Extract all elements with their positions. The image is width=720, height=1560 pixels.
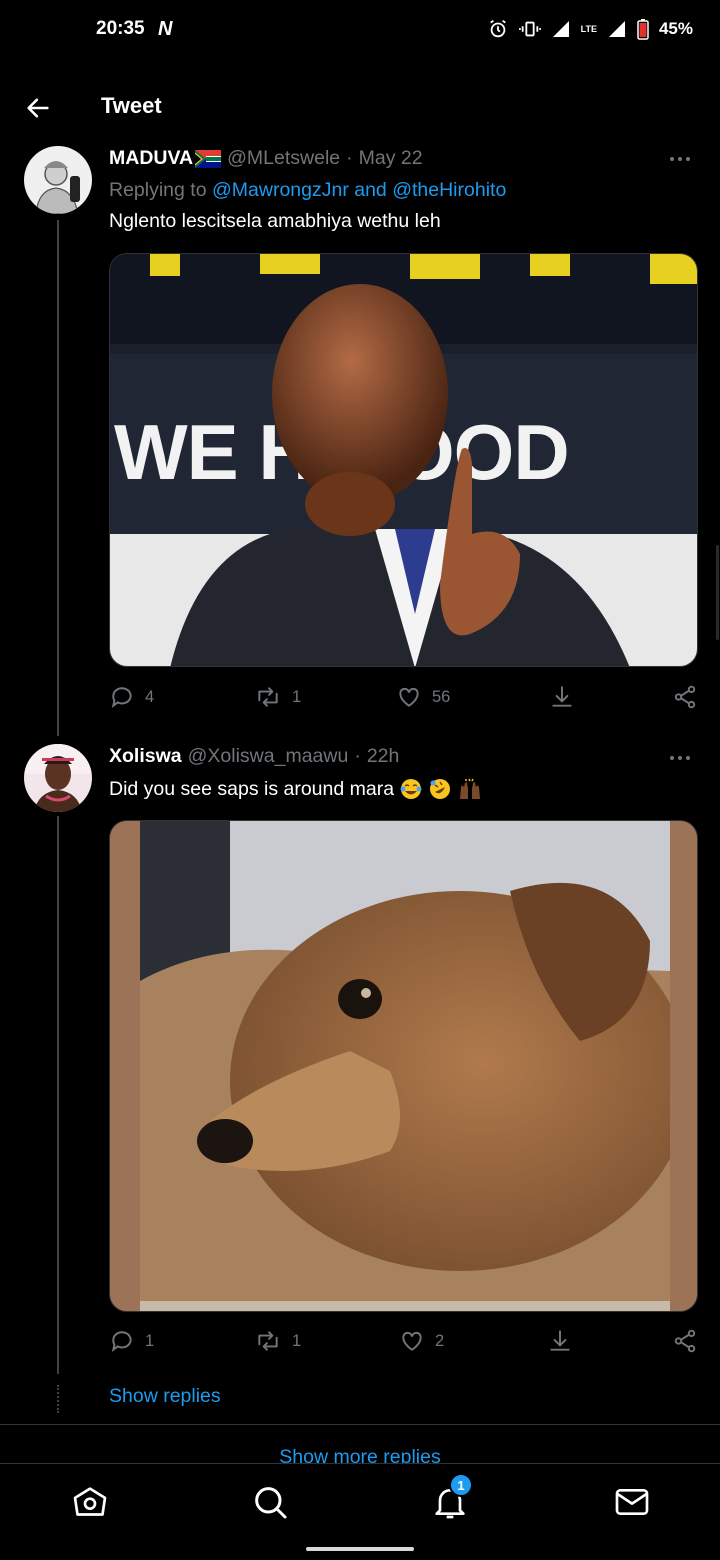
more-options-button[interactable]: [670, 154, 694, 164]
like-count: 2: [435, 1331, 445, 1350]
page-title: Tweet: [101, 93, 162, 118]
share-button[interactable]: [672, 684, 698, 710]
lte-label: LTE: [580, 23, 597, 34]
avatar[interactable]: [24, 146, 92, 214]
search-icon: [255, 1487, 287, 1519]
show-replies-link[interactable]: Show replies: [109, 1385, 221, 1408]
reply-count: 4: [145, 687, 155, 706]
status-icons: LTE 45%: [487, 18, 693, 40]
tweet-text: Did you see saps is around mara: [109, 777, 483, 801]
signal-icon: [552, 21, 569, 37]
more-options-button[interactable]: [670, 753, 694, 763]
tweet-text-content: Did you see saps is around mara: [109, 777, 395, 800]
show-more-replies-link[interactable]: Show more replies: [0, 1446, 720, 1464]
share-button[interactable]: [672, 1328, 698, 1354]
share-icon: [674, 1329, 696, 1353]
tweet-author-row: MADUVA @MLetswele · May 22: [109, 147, 423, 170]
status-time: 20:35: [96, 18, 145, 39]
share-icon: [674, 685, 696, 709]
like-count: 56: [432, 687, 451, 706]
like-button[interactable]: 2: [399, 1328, 444, 1354]
thread-continuation-dots: [57, 1385, 59, 1413]
replying-to-users[interactable]: @MawrongzJnr and @theHirohito: [212, 179, 506, 201]
battery-icon: [637, 19, 649, 40]
signal-icon-2: [608, 21, 625, 37]
reply-button[interactable]: 1: [109, 1328, 154, 1354]
nav-notifications[interactable]: 1: [430, 1473, 473, 1522]
tweet-author-row: Xoliswa @Xoliswa_maawu · 22h: [109, 745, 399, 768]
retweet-icon: [258, 1331, 278, 1351]
retweet-button[interactable]: 1: [254, 684, 301, 710]
author-handle[interactable]: @Xoliswa_maawu: [188, 745, 349, 768]
arrow-left-icon: [27, 98, 49, 118]
retweet-count: 1: [292, 1331, 302, 1350]
reply-icon: [111, 687, 132, 709]
author-name[interactable]: MADUVA: [109, 147, 193, 170]
messages-icon: [615, 1489, 649, 1515]
home-icon: [73, 1487, 107, 1516]
retweet-icon: [258, 687, 278, 707]
dot-separator: ·: [354, 745, 361, 767]
thread-line: [57, 220, 59, 736]
alarm-icon: [489, 19, 506, 38]
reply-count: 1: [145, 1331, 155, 1350]
heart-icon: [399, 687, 419, 707]
tweet-header: Tweet: [0, 78, 720, 136]
download-icon: [552, 686, 572, 707]
download-icon: [550, 1330, 570, 1351]
avatar[interactable]: [24, 744, 92, 812]
rolling-laughing-emoji: [430, 779, 451, 799]
download-button[interactable]: [547, 1328, 573, 1354]
author-name[interactable]: Xoliswa: [109, 745, 182, 768]
carrier-logo: N: [158, 18, 173, 40]
retweet-button[interactable]: 1: [254, 1328, 301, 1354]
nav-home[interactable]: [70, 1482, 110, 1522]
nav-messages[interactable]: [612, 1482, 652, 1522]
tears-of-joy-emoji: [400, 779, 422, 799]
raising-hands-emoji: [460, 778, 481, 799]
tweet-text: Nglento lescitsela amabhiya wethu leh: [109, 210, 441, 232]
download-button[interactable]: [549, 684, 575, 710]
bottom-navigation: 1: [0, 1463, 720, 1560]
retweet-count: 1: [292, 687, 302, 706]
scroll-indicator[interactable]: [716, 545, 719, 640]
tweet-image[interactable]: WE H GOOD: [109, 253, 698, 667]
status-bar: 20:35 N LTE 45%: [0, 0, 720, 60]
battery-percent: 45%: [658, 19, 693, 38]
notification-badge: 1: [449, 1473, 473, 1497]
back-button[interactable]: [24, 94, 52, 122]
author-handle[interactable]: @MLetswele: [227, 147, 340, 170]
thread-line: [57, 816, 59, 1374]
vibrate-icon: [518, 21, 541, 37]
like-button[interactable]: 56: [396, 684, 450, 710]
south-africa-flag-icon: [195, 149, 222, 168]
heart-icon: [402, 1331, 422, 1351]
reply-button[interactable]: 4: [109, 684, 154, 710]
divider: [0, 1424, 720, 1425]
tweet-date: 22h: [366, 745, 400, 767]
nav-search[interactable]: [250, 1482, 290, 1522]
tweet-date: May 22: [358, 147, 423, 169]
tweet-actions: 1 1 2: [109, 1328, 698, 1358]
tweet-image[interactable]: [109, 820, 698, 1312]
dot-separator: ·: [346, 147, 353, 169]
replying-prefix: Replying to: [109, 179, 207, 201]
replying-to: Replying to @MawrongzJnr and @theHirohit…: [109, 179, 506, 202]
reply-icon: [111, 1331, 132, 1353]
tweet-actions: 4 1 56: [109, 684, 698, 714]
system-home-indicator[interactable]: [306, 1547, 414, 1551]
